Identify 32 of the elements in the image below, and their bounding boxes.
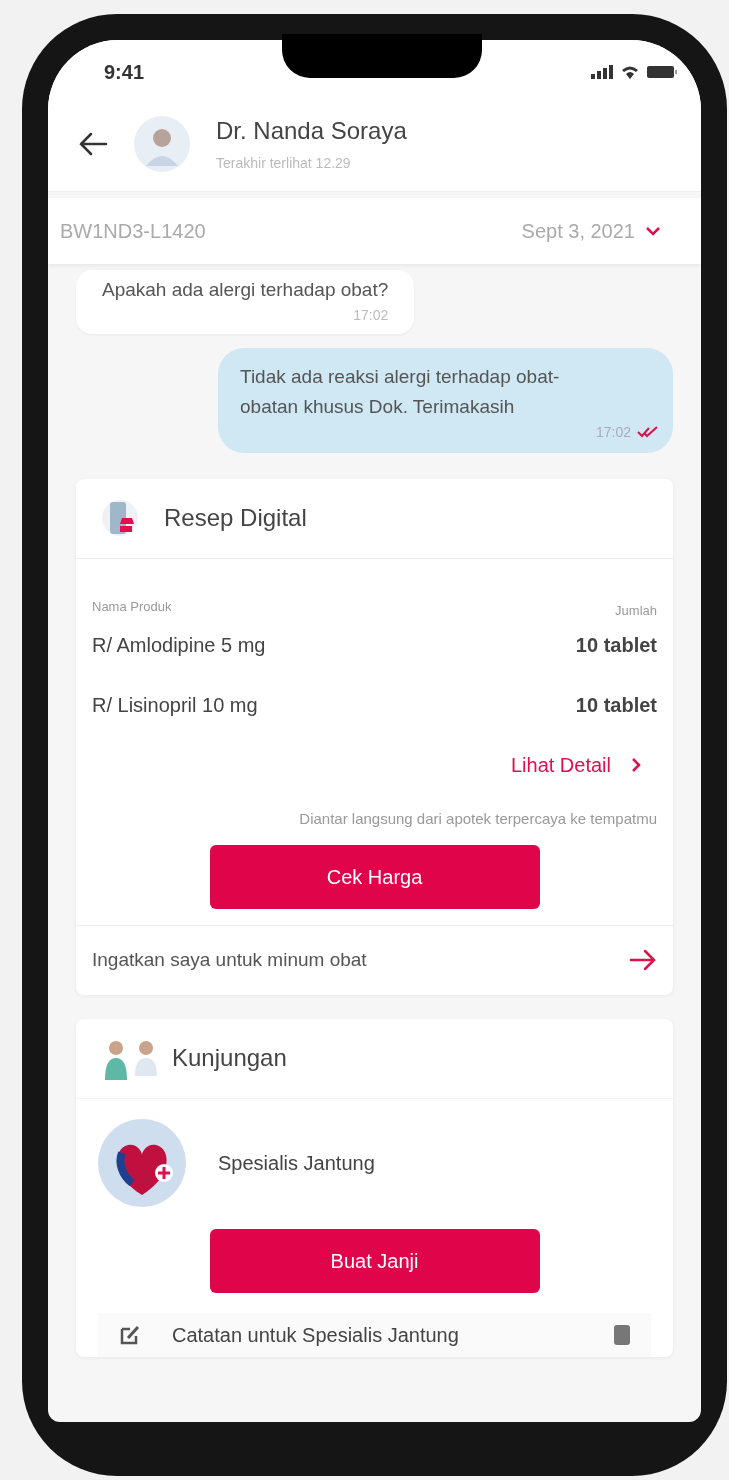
avatar-icon [134, 115, 190, 172]
specialist-name: Spesialis Jantung [218, 1150, 375, 1176]
product-name: R/ Amlodipine 5 mg [92, 633, 266, 658]
wifi-icon [621, 65, 639, 79]
battery-icon [647, 66, 677, 78]
product-quantity: 10 tablet [575, 693, 657, 718]
column-header: Jumlah [615, 601, 657, 620]
make-appointment-button[interactable]: Buat Janji [209, 1228, 540, 1293]
doctor-name: Dr. Nanda Soraya [216, 116, 407, 146]
last-seen-text: Terakhir terlihat 12.29 [216, 154, 352, 173]
signal-icon [591, 65, 613, 79]
arrow-right-icon [629, 949, 657, 971]
check-price-button[interactable]: Cek Harga [209, 844, 540, 909]
delivery-note: Diantar langsung dari apotek terpercaya ke tempatmu [299, 809, 657, 829]
order-id: BW1ND3-L1420 [60, 219, 206, 244]
detail-link[interactable]: Lihat Detail [510, 750, 641, 780]
message-time: 17:02 [595, 422, 631, 442]
card-title: Kunjungan [172, 1043, 287, 1073]
message-text: Tidak ada reaksi alergi terhadap obat-obatan khusus Dok. Terimakasih [240, 364, 560, 419]
product-name: R/ Lisinopril 10 mg [92, 693, 258, 718]
card-title: Resep Digital [164, 503, 307, 533]
message-time: 17:02 [353, 305, 389, 325]
chevron-down-icon [645, 226, 661, 236]
document-icon [613, 1323, 631, 1346]
note-row[interactable]: Catatan untuk Spesialis Jantung [98, 1312, 651, 1357]
product-quantity: 10 tablet [575, 633, 657, 658]
column-header: Nama Produk [92, 597, 172, 616]
back-arrow-icon[interactable] [78, 131, 108, 156]
chevron-right-icon [631, 757, 641, 773]
status-time: 9:41 [104, 60, 145, 85]
message-text: Apakah ada alergi terhadap obat? [102, 278, 389, 302]
reminder-row[interactable]: Ingatkan saya untuk minum obat [76, 924, 673, 995]
